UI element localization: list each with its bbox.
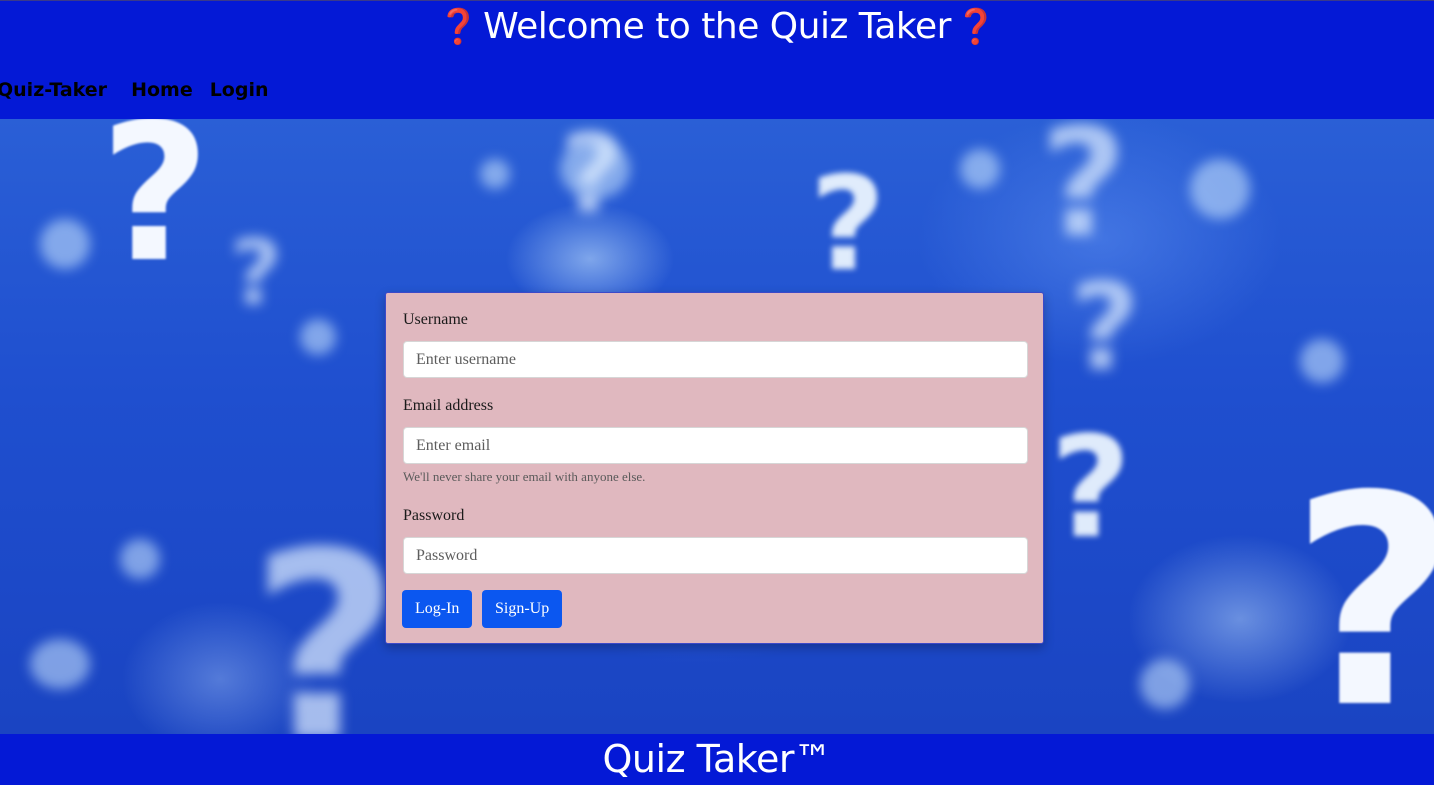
question-mark-icon: ? (560, 119, 624, 238)
bokeh-light (1140, 659, 1190, 709)
question-mark-icon: ? (250, 498, 401, 734)
username-label: Username (403, 311, 468, 328)
bokeh-light (1190, 159, 1250, 219)
password-label: Password (403, 507, 465, 524)
question-mark-icon: ? (810, 148, 886, 300)
bokeh-light (40, 219, 90, 269)
bokeh-light (1300, 339, 1344, 383)
bokeh-light (120, 539, 160, 579)
nav-brand[interactable]: Quiz-Taker (0, 79, 107, 101)
question-mark-icon: ? (1290, 459, 1434, 735)
bokeh-light (30, 639, 90, 689)
email-input[interactable] (403, 427, 1028, 464)
nav-link-home[interactable]: Home (131, 79, 193, 101)
bokeh-light (960, 149, 1000, 189)
question-mark-icon: ? (1070, 259, 1140, 398)
question-mark-icon: ❓ (954, 7, 997, 47)
question-mark-icon: ? (1050, 407, 1132, 570)
login-form: Username Email address We'll never share… (385, 292, 1044, 644)
page-title-text: Welcome to the Quiz Taker (483, 6, 951, 47)
page-header: ❓ Welcome to the Quiz Taker ❓ Quiz-Taker H… (0, 0, 1434, 119)
nav-link-login[interactable]: Login (210, 79, 269, 101)
email-help-text: We'll never share your email with anyone… (403, 469, 646, 484)
username-input[interactable] (403, 341, 1028, 378)
question-mark-icon: ? (230, 221, 283, 326)
page-footer: Quiz Taker™ (0, 734, 1434, 785)
page-title: ❓ Welcome to the Quiz Taker ❓ (0, 5, 1434, 49)
email-label: Email address (403, 397, 494, 414)
bokeh-light (480, 159, 510, 189)
question-mark-icon: ? (1040, 119, 1128, 271)
question-mark-icon: ❓ (437, 7, 480, 47)
signup-button[interactable]: Sign-Up (482, 590, 563, 628)
bokeh-light (300, 319, 336, 355)
navbar: Quiz-Taker Home Login (0, 75, 286, 105)
question-mark-icon: ? (100, 119, 211, 304)
password-input[interactable] (403, 537, 1028, 574)
login-button[interactable]: Log-In (402, 590, 473, 628)
footer-title: Quiz Taker™ (602, 737, 832, 781)
